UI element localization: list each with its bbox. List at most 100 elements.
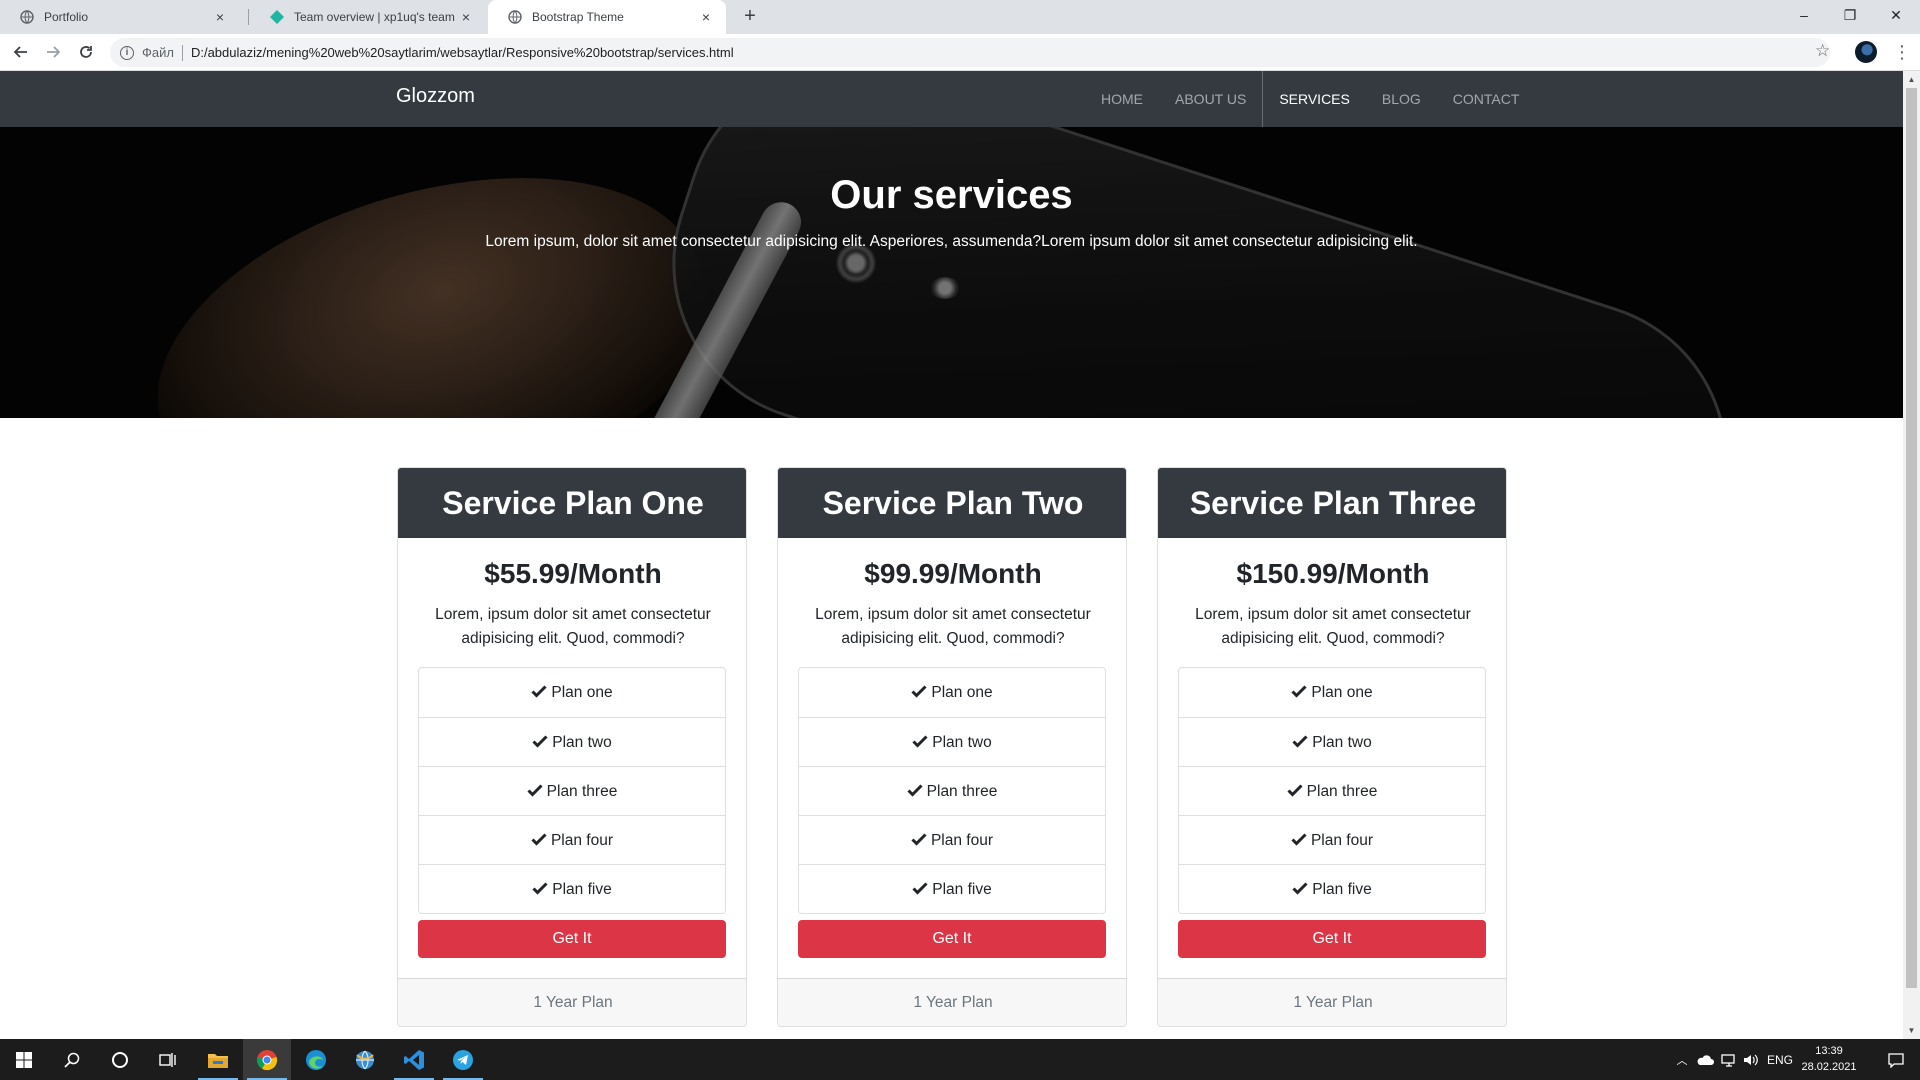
list-item: Plan four — [1179, 815, 1485, 864]
search-button[interactable] — [48, 1039, 96, 1080]
restore-button[interactable]: ❐ — [1827, 0, 1873, 30]
taskbar-vscode[interactable] — [390, 1039, 438, 1080]
task-view-button[interactable] — [144, 1039, 192, 1080]
hero-section: Our services Lorem ipsum, dolor sit amet… — [0, 127, 1903, 418]
language-indicator[interactable]: ENG — [1762, 1053, 1798, 1067]
check-icon — [912, 735, 928, 748]
url-field[interactable]: i Файл D:/abdulaziz/mening%20web%20saytl… — [110, 38, 1830, 67]
tab-portfolio[interactable]: Portfolio × — [0, 0, 240, 34]
site-navbar: Glozzom HOME ABOUT US SERVICES BLOG CONT… — [0, 71, 1903, 127]
service-card-one: Service Plan One $55.99/Month Lorem, ips… — [397, 467, 747, 1027]
feature-label: Plan five — [552, 881, 612, 898]
taskbar-file-explorer[interactable] — [194, 1039, 242, 1080]
scroll-up-icon[interactable]: ▲ — [1903, 71, 1920, 88]
check-icon — [532, 882, 548, 895]
nav-services[interactable]: SERVICES — [1262, 71, 1366, 127]
network-icon[interactable] — [1718, 1053, 1740, 1067]
check-icon — [1287, 784, 1303, 797]
close-window-button[interactable]: ✕ — [1873, 0, 1919, 30]
check-icon — [531, 833, 547, 846]
card-footer: 1 Year Plan — [398, 978, 746, 1026]
list-item: Plan two — [799, 717, 1105, 766]
close-tab-icon[interactable]: × — [212, 9, 228, 25]
close-tab-icon[interactable]: × — [458, 9, 474, 25]
windows-taskbar: ︿ ENG 13:39 28.02.2021 — [0, 1039, 1920, 1080]
menu-kebab-icon[interactable]: ⋮ — [1893, 40, 1911, 64]
system-tray: ︿ ENG — [1672, 1039, 1798, 1080]
nav-home[interactable]: HOME — [1085, 71, 1159, 127]
cortana-icon — [112, 1051, 128, 1068]
tab-team-overview[interactable]: Team overview | xp1uq's team × — [250, 0, 486, 34]
info-icon[interactable]: i — [120, 45, 134, 60]
card-footer: 1 Year Plan — [778, 978, 1126, 1026]
card-title: Service Plan One — [398, 468, 746, 538]
chevron-up-icon[interactable]: ︿ — [1672, 1052, 1692, 1068]
forward-arrow-icon — [47, 46, 61, 58]
diamond-icon — [270, 10, 284, 24]
taskbar-network-app[interactable] — [341, 1039, 389, 1080]
card-description: Lorem, ipsum dolor sit amet consectetur … — [1195, 606, 1471, 647]
nav-contact[interactable]: CONTACT — [1437, 71, 1536, 127]
check-icon — [1292, 735, 1308, 748]
tab-title: Team overview | xp1uq's team — [294, 10, 455, 24]
list-item: Plan three — [419, 766, 725, 815]
profile-avatar[interactable] — [1855, 41, 1877, 63]
tab-bootstrap-theme[interactable]: Bootstrap Theme × — [488, 0, 726, 34]
url-text: D:/abdulaziz/mening%20web%20saytlarim/we… — [190, 45, 734, 60]
forward-button[interactable] — [41, 40, 65, 64]
feature-label: Plan four — [1310, 832, 1374, 849]
feature-list: Plan one Plan two Plan three Plan four P… — [798, 667, 1106, 914]
get-it-button[interactable]: Get It — [1178, 920, 1486, 958]
site-brand[interactable]: Glozzom — [396, 85, 475, 108]
notifications-button[interactable] — [1872, 1039, 1920, 1080]
tab-title: Bootstrap Theme — [532, 10, 624, 24]
check-icon — [531, 685, 547, 698]
chrome-icon — [256, 1049, 278, 1070]
taskbar-telegram[interactable] — [439, 1039, 487, 1080]
feature-label: Plan two — [1312, 734, 1372, 751]
get-it-button[interactable]: Get It — [798, 920, 1106, 958]
nav-blog[interactable]: BLOG — [1366, 71, 1437, 127]
back-button[interactable] — [9, 40, 33, 64]
feature-list: Plan one Plan two Plan three Plan four P… — [1178, 667, 1486, 914]
address-bar: i Файл D:/abdulaziz/mening%20web%20saytl… — [0, 34, 1920, 71]
check-icon — [527, 784, 543, 797]
card-price: $55.99/Month — [484, 558, 662, 589]
get-it-button[interactable]: Get It — [418, 920, 726, 958]
taskbar-clock[interactable]: 13:39 28.02.2021 — [1795, 1043, 1863, 1075]
url-divider — [181, 44, 183, 61]
new-tab-button[interactable]: + — [738, 5, 762, 29]
feature-label: Plan one — [931, 684, 993, 701]
taskbar-edge[interactable] — [292, 1039, 340, 1080]
clock-date: 28.02.2021 — [1801, 1061, 1857, 1073]
page-scrollbar[interactable]: ▲ ▼ — [1903, 71, 1920, 1039]
clock-time: 13:39 — [1815, 1045, 1843, 1057]
search-icon — [64, 1052, 80, 1068]
feature-label: Plan five — [1312, 881, 1372, 898]
minimize-button[interactable]: – — [1781, 0, 1827, 30]
nav-about-us[interactable]: ABOUT US — [1159, 71, 1262, 127]
globe-icon — [20, 10, 34, 24]
list-item: Plan two — [419, 717, 725, 766]
close-tab-icon[interactable]: × — [698, 9, 714, 25]
telegram-icon — [453, 1049, 473, 1070]
check-icon — [907, 784, 923, 797]
card-price: $99.99/Month — [864, 558, 1042, 589]
taskbar-chrome[interactable] — [243, 1039, 291, 1080]
list-item: Plan one — [1179, 668, 1485, 717]
scrollbar-thumb[interactable] — [1906, 88, 1917, 988]
windows-start-button[interactable] — [0, 1039, 48, 1080]
service-card-three: Service Plan Three $150.99/Month Lorem, … — [1157, 467, 1507, 1027]
scroll-down-icon[interactable]: ▼ — [1903, 1022, 1920, 1039]
cortana-button[interactable] — [96, 1039, 144, 1080]
feature-label: Plan three — [1306, 783, 1378, 800]
hero-title: Our services — [830, 173, 1073, 217]
hero-text: Lorem ipsum, dolor sit amet consectetur … — [485, 233, 1418, 250]
list-item: Plan five — [799, 864, 1105, 913]
bookmark-star-icon[interactable]: ☆ — [1815, 41, 1830, 61]
volume-icon[interactable] — [1740, 1053, 1762, 1067]
reload-button[interactable] — [74, 40, 98, 64]
onedrive-icon[interactable] — [1692, 1054, 1718, 1066]
list-item: Plan three — [1179, 766, 1485, 815]
check-icon — [911, 833, 927, 846]
